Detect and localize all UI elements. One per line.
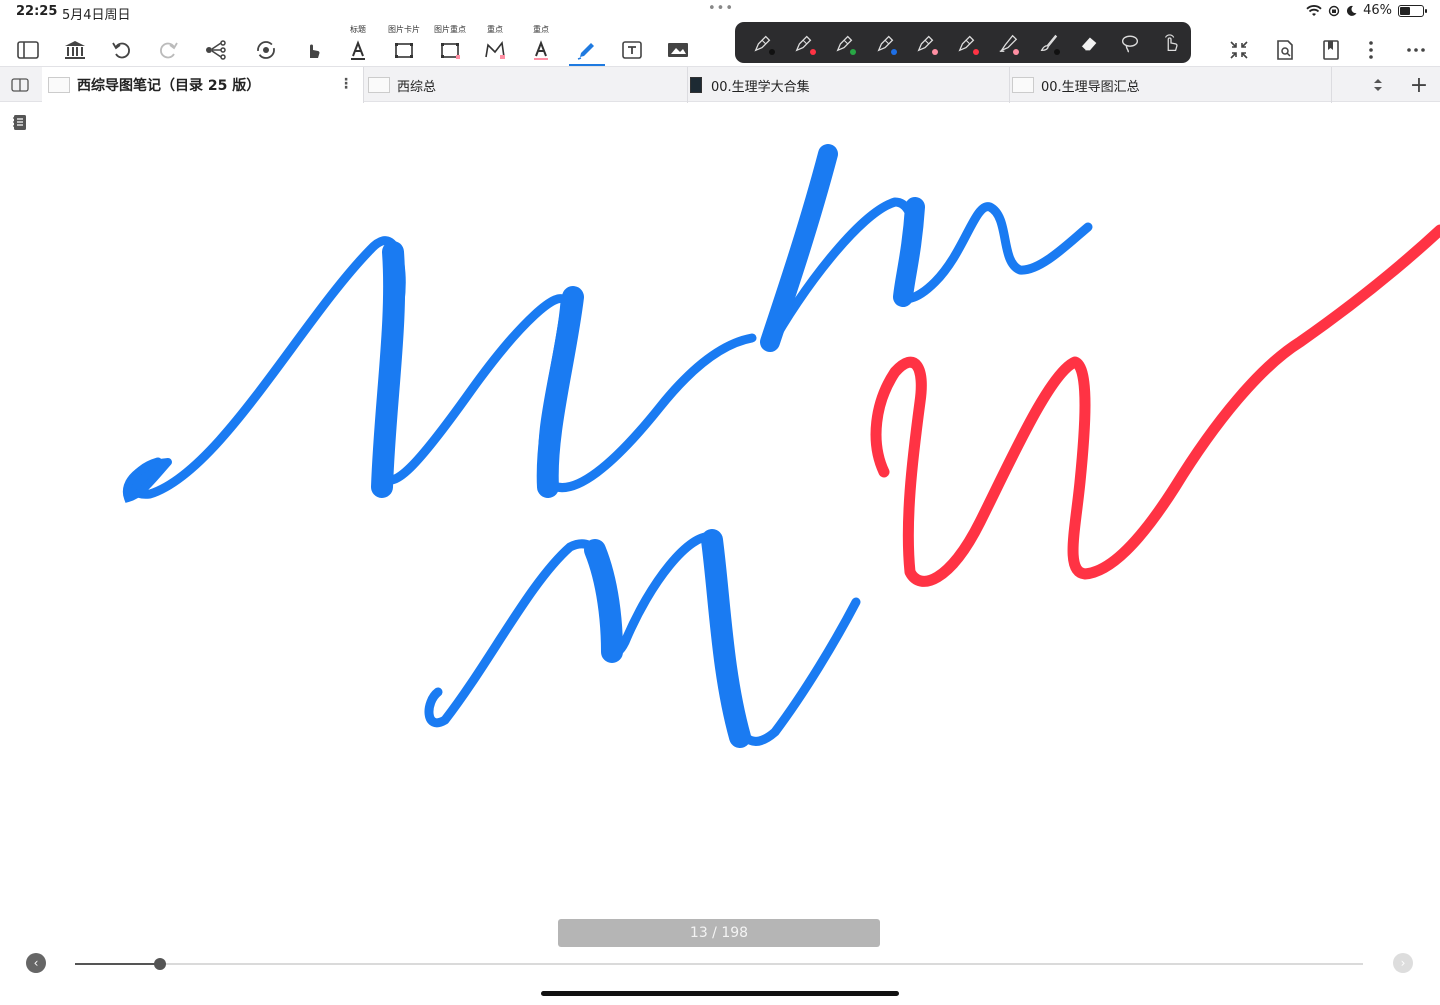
reorder-tabs-icon[interactable]: [1360, 67, 1396, 103]
tab-thumbnail: [690, 77, 702, 93]
tab-physiology-collection[interactable]: 00.生理学大合集: [688, 67, 1010, 103]
redo-icon[interactable]: [150, 26, 186, 62]
ink-stroke-blue-1-thick: [371, 241, 584, 498]
status-time: 22:25: [16, 4, 58, 19]
battery-fill: [1400, 6, 1411, 15]
tab-label: 00.生理学大合集: [711, 79, 810, 95]
orientation-lock-icon: [1328, 5, 1340, 16]
tab-more-icon[interactable]: ⋮: [339, 76, 353, 92]
moon-icon: [1347, 5, 1357, 16]
highlight-brush-icon[interactable]: 重点: [477, 25, 513, 62]
mindmap-icon[interactable]: [198, 26, 234, 62]
wifi-icon: [1306, 4, 1322, 16]
fountain-pen-icon[interactable]: [906, 22, 947, 63]
pen-color-dot: [809, 49, 816, 55]
status-right: 46%: [1306, 3, 1427, 18]
page-slider-fill: [75, 963, 160, 965]
highlight-1-caption: 重点: [487, 25, 503, 34]
tab-label: 00.生理导图汇总: [1041, 79, 1140, 95]
collapse-icon[interactable]: [1221, 26, 1257, 62]
highlight-text-icon[interactable]: 重点: [523, 25, 559, 62]
ink-stroke-red-1: [870, 224, 1440, 587]
vertical-more-icon[interactable]: [1353, 26, 1389, 62]
hand-pointer-icon[interactable]: [295, 26, 331, 62]
pen-color-dot: [769, 49, 775, 55]
drawing-canvas[interactable]: [0, 102, 1440, 912]
title-tool-caption: 标题: [350, 25, 366, 34]
tab-label: 西综导图笔记（目录 25 版）: [77, 78, 261, 94]
highlighter-icon[interactable]: [987, 22, 1028, 63]
image-highlight-icon[interactable]: 图片重点: [432, 25, 468, 62]
tab-thumbnail: [368, 77, 390, 93]
page-indicator[interactable]: 13 / 198: [558, 919, 880, 947]
tab-thumbnail: [1012, 77, 1034, 93]
lasso-icon[interactable]: [1110, 22, 1151, 63]
brush-icon[interactable]: [1028, 22, 1069, 63]
split-view-icon[interactable]: [0, 67, 40, 103]
bookmark-icon[interactable]: [1313, 26, 1349, 62]
fountain-pen-icon[interactable]: [947, 22, 988, 63]
horizontal-more-icon[interactable]: [1398, 26, 1434, 62]
pen-color-dot: [1054, 49, 1061, 55]
tab-bar: 西综导图笔记（目录 25 版） ⋮ 西综总 00.生理学大合集 00.生理导图汇…: [0, 66, 1440, 103]
status-date: 5月4日周日: [62, 8, 131, 23]
previous-page-button[interactable]: ‹: [26, 953, 46, 973]
image-highlight-caption: 图片重点: [434, 25, 466, 34]
eraser-icon[interactable]: [1069, 22, 1110, 63]
fountain-pen-icon[interactable]: [743, 22, 784, 63]
pen-tray: [735, 22, 1191, 63]
pen-color-dot: [891, 49, 898, 55]
pen-color-dot: [1013, 49, 1020, 55]
tab-xizong[interactable]: 西综总: [364, 67, 688, 103]
pen-color-dot: [850, 49, 857, 55]
image-card-icon[interactable]: 图片卡片: [386, 25, 422, 62]
multitask-dots[interactable]: •••: [708, 1, 734, 16]
pen-color-dot: [931, 49, 938, 55]
textbox-icon[interactable]: [614, 26, 650, 62]
sidebar-toggle-icon[interactable]: [10, 26, 46, 62]
undo-icon[interactable]: [104, 26, 140, 62]
image-card-caption: 图片卡片: [388, 25, 420, 34]
ink-stroke-blue-1: [127, 236, 757, 499]
sync-icon[interactable]: [248, 26, 284, 62]
status-bar: 22:25 5月4日周日 ••• 46%: [0, 0, 1440, 23]
fountain-pen-icon[interactable]: [865, 22, 906, 63]
add-tab-icon[interactable]: +: [1402, 67, 1436, 103]
toolbar: 标题 图片卡片 图片重点 重点 重点: [0, 22, 1440, 66]
highlight-2-caption: 重点: [533, 25, 549, 34]
fountain-pen-icon[interactable]: [824, 22, 865, 63]
pen-color-dot: [972, 49, 979, 55]
image-icon[interactable]: [660, 26, 696, 62]
pencil-icon[interactable]: [569, 26, 605, 66]
page-slider-thumb[interactable]: [153, 958, 166, 970]
battery-icon: [1398, 4, 1427, 17]
tab-physiology-summary[interactable]: 00.生理导图汇总: [1010, 67, 1332, 103]
fountain-pen-icon[interactable]: [784, 22, 825, 63]
home-indicator[interactable]: [541, 991, 899, 996]
battery-percent: 46%: [1363, 3, 1392, 18]
tab-label: 西综总: [397, 79, 437, 95]
ink-stroke-blue-3: [424, 532, 861, 746]
touch-icon[interactable]: [1150, 22, 1191, 63]
next-page-button[interactable]: ›: [1393, 953, 1413, 973]
search-document-icon[interactable]: [1267, 26, 1303, 62]
page-slider[interactable]: [75, 958, 1363, 970]
library-icon[interactable]: [57, 26, 93, 62]
tab-notes[interactable]: 西综导图笔记（目录 25 版） ⋮: [42, 67, 364, 103]
tab-thumbnail: [48, 77, 70, 93]
title-text-icon[interactable]: 标题: [340, 25, 376, 62]
